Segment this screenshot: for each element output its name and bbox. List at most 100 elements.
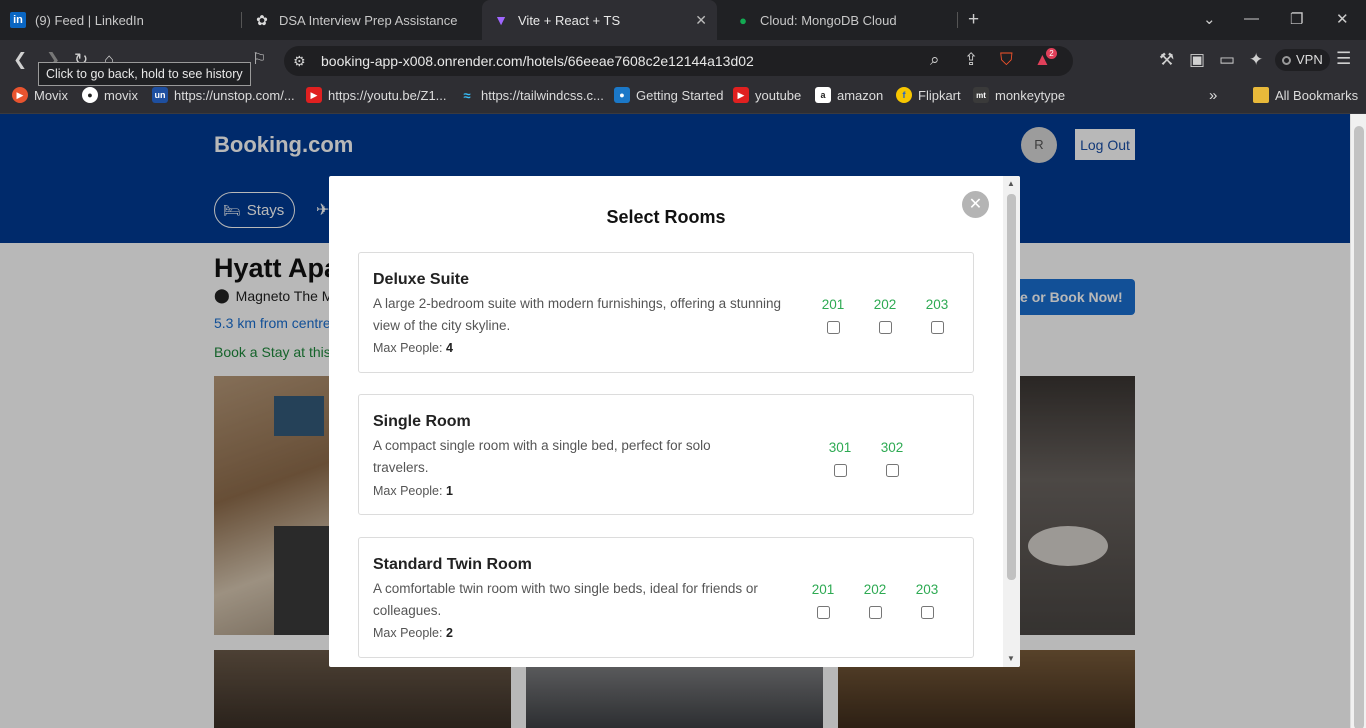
tab-linkedin[interactable]: in (9) Feed | LinkedIn bbox=[10, 0, 240, 40]
bookmark-page-icon[interactable]: ⚐ bbox=[252, 50, 266, 70]
github-icon: ● bbox=[82, 87, 98, 103]
room-number-option[interactable]: 201 bbox=[813, 297, 853, 334]
back-tooltip: Click to go back, hold to see history bbox=[38, 62, 251, 86]
address-text[interactable]: booking-app-x008.onrender.com/hotels/66e… bbox=[321, 52, 754, 70]
amazon-icon: a bbox=[815, 87, 831, 103]
bookmark-youtu-be[interactable]: ▶ https://youtu.be/Z1... bbox=[306, 82, 447, 108]
room-number: 302 bbox=[880, 440, 904, 455]
room-checkbox[interactable] bbox=[833, 464, 847, 477]
movix-icon: ▶ bbox=[12, 87, 28, 103]
room-card: Single Room A compact single room with a… bbox=[358, 394, 974, 515]
room-number-option[interactable]: 203 bbox=[917, 297, 957, 334]
room-max-people: Max People: 2 bbox=[373, 626, 453, 640]
new-tab-icon[interactable]: + bbox=[968, 9, 979, 31]
room-checkbox[interactable] bbox=[816, 606, 830, 619]
room-name: Single Room bbox=[373, 413, 471, 430]
room-checkbox[interactable] bbox=[868, 606, 882, 619]
extensions-icon[interactable]: ⚒ bbox=[1159, 50, 1174, 70]
room-description: A compact single room with a single bed,… bbox=[373, 438, 711, 475]
bookmark-label: Flipkart bbox=[918, 87, 961, 103]
room-number-option[interactable]: 201 bbox=[803, 582, 843, 619]
zoom-search-icon[interactable]: ⌕ bbox=[930, 50, 940, 70]
modal-scrollbar[interactable]: ▲ ▼ bbox=[1003, 176, 1020, 667]
room-number-option[interactable]: 301 bbox=[820, 440, 860, 477]
bookmark-tailwind[interactable]: ≈ https://tailwindcss.c... bbox=[459, 82, 604, 108]
tab-search-chevron-icon[interactable]: ⌄ bbox=[1203, 10, 1216, 28]
room-checkbox[interactable] bbox=[930, 321, 944, 334]
wallet-icon[interactable]: ▭ bbox=[1219, 50, 1235, 70]
bookmark-label: https://youtu.be/Z1... bbox=[328, 87, 447, 103]
select-rooms-modal: Select Rooms ✕ ▲ ▼ Deluxe Suite A large … bbox=[329, 176, 1020, 667]
room-number-option[interactable]: 302 bbox=[872, 440, 912, 477]
vpn-label: VPN bbox=[1296, 52, 1323, 67]
close-icon[interactable]: ✕ bbox=[962, 191, 989, 218]
bookmark-youtube[interactable]: ▶ youtube bbox=[733, 82, 801, 108]
window-close-icon[interactable]: ✕ bbox=[1336, 10, 1349, 28]
flipkart-icon: f bbox=[896, 87, 912, 103]
minimize-icon[interactable]: — bbox=[1244, 10, 1259, 27]
page-scrollbar[interactable] bbox=[1350, 114, 1366, 728]
youtube-icon: ▶ bbox=[306, 87, 322, 103]
room-number: 202 bbox=[873, 297, 897, 312]
room-card: Deluxe Suite A large 2-bedroom suite wit… bbox=[358, 252, 974, 373]
room-number-option[interactable]: 202 bbox=[865, 297, 905, 334]
scroll-down-icon[interactable]: ▼ bbox=[1007, 654, 1015, 663]
mongodb-icon: ● bbox=[739, 12, 747, 28]
bookmark-amazon[interactable]: a amazon bbox=[815, 82, 883, 108]
room-checkbox[interactable] bbox=[878, 321, 892, 334]
folder-icon bbox=[1253, 87, 1269, 103]
bookmark-label: youtube bbox=[755, 87, 802, 103]
tab-title: Vite + React + TS bbox=[518, 12, 621, 28]
tab-title: Cloud: MongoDB Cloud bbox=[760, 12, 897, 28]
room-name: Deluxe Suite bbox=[373, 271, 470, 288]
max-people-value: 4 bbox=[445, 341, 453, 355]
bookmark-label: https://tailwindcss.c... bbox=[481, 87, 604, 103]
linkedin-icon: in bbox=[10, 12, 26, 28]
room-name: Standard Twin Room bbox=[373, 556, 532, 573]
tab-close-icon[interactable]: ✕ bbox=[695, 12, 707, 29]
leo-ai-icon[interactable]: ✦ bbox=[1249, 50, 1263, 70]
bookmark-label: amazon bbox=[837, 87, 884, 103]
bookmark-monkeytype[interactable]: mt monkeytype bbox=[973, 82, 1065, 108]
room-number-option[interactable]: 202 bbox=[855, 582, 895, 619]
scroll-up-icon[interactable]: ▲ bbox=[1007, 179, 1015, 188]
room-number-option[interactable]: 203 bbox=[907, 582, 947, 619]
tab-mongodb[interactable]: ● Cloud: MongoDB Cloud bbox=[735, 0, 955, 40]
room-max-people: Max People: 4 bbox=[373, 341, 453, 355]
room-number: 301 bbox=[828, 440, 852, 455]
vite-icon: ▼ bbox=[494, 12, 508, 28]
bookmarks-bar: ▶ Movix ● movix un https://unstop.com/..… bbox=[0, 82, 1366, 114]
bookmark-label: movix bbox=[104, 87, 138, 103]
bookmark-getting-started[interactable]: ● Getting Started bbox=[614, 82, 723, 108]
monkeytype-icon: mt bbox=[973, 87, 989, 103]
room-description: A large 2-bedroom suite with modern furn… bbox=[373, 296, 781, 333]
room-number: 203 bbox=[925, 297, 949, 312]
back-icon[interactable]: ❮ bbox=[13, 50, 27, 70]
tab-separator bbox=[241, 12, 242, 28]
restore-icon[interactable]: ❐ bbox=[1290, 10, 1303, 28]
all-bookmarks-button[interactable]: All Bookmarks bbox=[1253, 82, 1358, 108]
unstop-icon: un bbox=[152, 87, 168, 103]
room-number: 201 bbox=[821, 297, 845, 312]
bookmark-flipkart[interactable]: f Flipkart bbox=[896, 82, 961, 108]
tab-title: (9) Feed | LinkedIn bbox=[35, 12, 144, 28]
alert-count-badge: 2 bbox=[1046, 48, 1057, 59]
bookmarks-overflow-icon[interactable]: » bbox=[1209, 82, 1217, 108]
tab-title: DSA Interview Prep Assistance bbox=[279, 12, 458, 28]
menu-icon[interactable]: ☰ bbox=[1336, 49, 1351, 69]
tab-vite[interactable]: ▼ Vite + React + TS ✕ bbox=[482, 0, 717, 40]
tailwind-icon: ≈ bbox=[463, 87, 471, 103]
vpn-button[interactable]: VPN bbox=[1275, 49, 1330, 71]
share-icon[interactable]: ⇪ bbox=[964, 50, 978, 70]
sidebar-icon[interactable]: ▣ bbox=[1189, 50, 1205, 70]
room-checkbox[interactable] bbox=[885, 464, 899, 477]
bookmark-label: monkeytype bbox=[995, 87, 1066, 103]
room-checkbox[interactable] bbox=[920, 606, 934, 619]
tab-dsa[interactable]: ✿ DSA Interview Prep Assistance bbox=[254, 0, 479, 40]
site-settings-icon[interactable]: ⚙ bbox=[293, 51, 306, 71]
room-number: 203 bbox=[915, 582, 939, 597]
room-checkbox[interactable] bbox=[826, 321, 840, 334]
brave-shield-icon[interactable]: ⛉ bbox=[1000, 50, 1013, 70]
youtube-icon: ▶ bbox=[733, 87, 749, 103]
bookmark-label: Movix bbox=[34, 87, 68, 103]
